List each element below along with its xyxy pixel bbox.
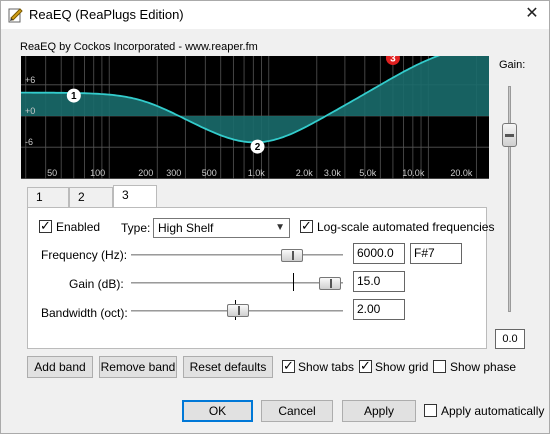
freq-tick-label: 300 (166, 168, 181, 178)
ok-button[interactable]: OK (182, 400, 253, 422)
cancel-button[interactable]: Cancel (261, 400, 333, 422)
master-gain-value[interactable]: 0.0 (495, 329, 525, 349)
gain-slider-thumb[interactable] (319, 277, 341, 290)
band-handle-number: 1 (71, 91, 77, 102)
enabled-checkbox[interactable] (39, 218, 52, 234)
gain-tick-label: -6 (25, 137, 33, 147)
log-scale-label: Log-scale automated frequencies (317, 220, 495, 234)
remove-band-button[interactable]: Remove band (99, 356, 177, 378)
freq-tick-label: 50 (47, 168, 57, 178)
show-phase-label: Show phase (450, 360, 517, 374)
bandwidth-slider-thumb[interactable] (227, 304, 249, 317)
gain-slider-track[interactable] (131, 282, 343, 285)
freq-tick-label: 10.0k (402, 168, 425, 178)
tab-band-3[interactable]: 3 (113, 185, 157, 207)
bandwidth-input[interactable]: 2.00 (353, 299, 405, 320)
gain-tick-label: +0 (25, 106, 35, 116)
tab-band-2[interactable]: 2 (69, 187, 113, 207)
master-gain-slider-thumb[interactable] (502, 123, 517, 147)
freq-tick-label: 20.0k (450, 168, 473, 178)
gain-tick-label: +6 (25, 75, 35, 85)
filter-type-select[interactable]: High Shelf ▼ (153, 218, 290, 238)
close-button[interactable]: ✕ (519, 3, 545, 25)
title-bar: ReaEQ (ReaPlugs Edition) ✕ (1, 1, 549, 29)
plugin-header: ReaEQ by Cockos Incorporated - www.reape… (20, 41, 258, 53)
band-handle-number: 3 (390, 56, 396, 65)
gain-input[interactable]: 15.0 (353, 271, 405, 292)
tab-band-1[interactable]: 1 (27, 187, 69, 207)
reset-defaults-button[interactable]: Reset defaults (183, 356, 273, 378)
show-grid-label: Show grid (375, 360, 429, 374)
log-scale-checkbox[interactable] (300, 218, 313, 234)
eq-band-handle[interactable]: 3 (385, 56, 400, 65)
bandwidth-label: Bandwidth (oct): (41, 306, 128, 320)
show-tabs-checkbox[interactable] (282, 358, 295, 374)
chevron-down-icon: ▼ (275, 222, 285, 233)
band-handle-number: 2 (255, 142, 261, 153)
reaeq-window: ReaEQ (ReaPlugs Edition) ✕ ReaEQ by Cock… (0, 0, 550, 434)
note-input[interactable]: F#7 (410, 243, 462, 264)
frequency-slider-thumb[interactable] (281, 249, 303, 262)
apply-automatically-checkbox[interactable] (424, 404, 437, 417)
eq-band-handle[interactable]: 2 (250, 139, 265, 154)
add-band-button[interactable]: Add band (27, 356, 93, 378)
frequency-input[interactable]: 6000.0 (353, 243, 405, 264)
eq-curve-fill (21, 56, 489, 143)
freq-tick-label: 5.0k (359, 168, 377, 178)
apply-button[interactable]: Apply (342, 400, 416, 422)
freq-tick-label: 2.0k (296, 168, 314, 178)
enabled-label: Enabled (56, 220, 101, 234)
frequency-slider-track[interactable] (131, 254, 343, 257)
freq-tick-label: 200 (138, 168, 153, 178)
show-phase-checkbox[interactable] (433, 360, 446, 373)
window-title: ReaEQ (ReaPlugs Edition) (29, 7, 184, 22)
eq-band-handle[interactable]: 1 (66, 88, 81, 103)
type-label: Type: (121, 221, 151, 235)
master-gain-slider-track[interactable] (508, 86, 511, 312)
gain-label: Gain (dB): (69, 277, 124, 291)
eq-response-display[interactable]: +6 +0 -6 50 100 200 300 500 1.0k 2.0k 3.0k 5.0k 10.… (21, 56, 489, 179)
filter-type-value: High Shelf (158, 221, 214, 235)
show-tabs-label: Show tabs (298, 360, 355, 374)
freq-tick-label: 1.0k (248, 168, 266, 178)
show-grid-checkbox[interactable] (359, 358, 372, 374)
freq-tick-label: 500 (202, 168, 217, 178)
master-gain-label: Gain: (499, 59, 526, 71)
frequency-label: Frequency (Hz): (41, 248, 128, 262)
freq-tick-label: 100 (90, 168, 105, 178)
freq-tick-label: 3.0k (324, 168, 342, 178)
apply-automatically-label: Apply automatically (441, 404, 545, 418)
app-icon (8, 8, 23, 23)
gain-zero-marker (293, 273, 294, 291)
